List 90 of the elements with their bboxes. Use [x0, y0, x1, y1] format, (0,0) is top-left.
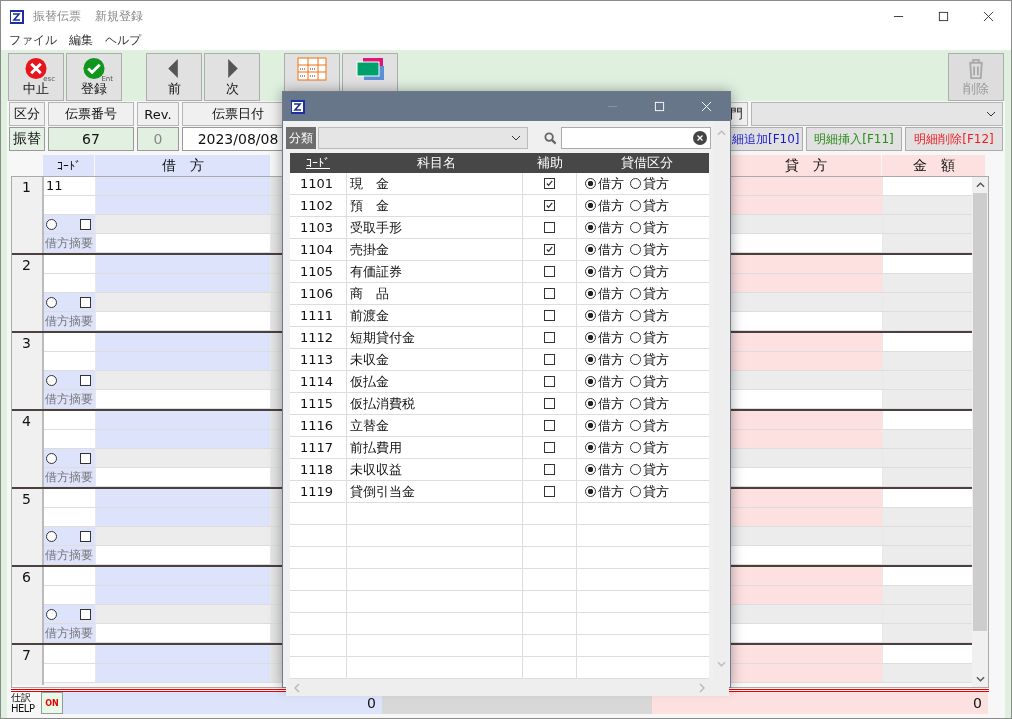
radio-label: 貸方 [643, 482, 669, 501]
radio-label: 借方 [598, 196, 624, 215]
row-number: 1 [12, 177, 44, 253]
table-cell: 1117 [290, 437, 347, 458]
radio-label: 貸方 [643, 394, 669, 413]
radio-label: 借方 [598, 328, 624, 347]
memo-label: 借方摘要 [44, 546, 96, 565]
column-header: ｺｰﾄﾞ [43, 155, 94, 176]
row-number: 7 [12, 645, 44, 685]
table-cell: 1103 [290, 217, 347, 238]
row-number: 5 [12, 489, 44, 565]
table-cell: 前払費用 [347, 437, 523, 458]
table-cell: 1112 [290, 327, 347, 348]
radio-label: 借方 [598, 174, 624, 193]
table-cell: 1102 [290, 195, 347, 216]
table-cell: 貸倒引当金 [347, 481, 523, 502]
table-cell: 未収収益 [347, 459, 523, 480]
table-cell: 立替金 [347, 415, 523, 436]
column-header: 貸借区分 [620, 154, 674, 172]
memo-label: 借方摘要 [44, 624, 96, 643]
credit-total: 0 [652, 692, 988, 714]
radio-label: 貸方 [643, 438, 669, 457]
table-cell: 1106 [290, 283, 347, 304]
field-label: 伝票番号 [48, 102, 134, 126]
memo-label: 借方摘要 [44, 468, 96, 487]
radio-label: 貸方 [643, 460, 669, 479]
table-cell: 1115 [290, 393, 347, 414]
radio-label: 貸方 [643, 218, 669, 237]
table-cell: 1111 [290, 305, 347, 326]
table-cell: 1105 [290, 261, 347, 282]
table-cell: 前渡金 [347, 305, 523, 326]
table-cell: 1119 [290, 481, 347, 502]
table-cell: 1101 [290, 173, 347, 194]
radio-label: 貸方 [643, 284, 669, 303]
radio-label: 貸方 [643, 196, 669, 215]
table-cell: 1104 [290, 239, 347, 260]
memo-label: 借方摘要 [44, 312, 96, 331]
window-subtitle: 新規登録 [95, 8, 143, 25]
radio-label: 借方 [598, 438, 624, 457]
field-label: Rev. [137, 102, 179, 126]
radio-label: 貸方 [643, 350, 669, 369]
table-cell: 受取手形 [347, 217, 523, 238]
radio-label: 貸方 [643, 306, 669, 325]
radio-label: 貸方 [643, 174, 669, 193]
table-cell: 売掛金 [347, 239, 523, 260]
radio-label: 借方 [598, 240, 624, 259]
table-cell: 1116 [290, 415, 347, 436]
radio-label: 借方 [598, 350, 624, 369]
table-cell: 商 品 [347, 283, 523, 304]
column-header: ｺｰﾄﾞ [290, 153, 347, 173]
column-header: 補助 [523, 153, 577, 173]
column-header: 科目名 [347, 153, 523, 173]
memo-label: 借方摘要 [44, 234, 96, 253]
radio-label: 借方 [598, 482, 624, 501]
row-number: 6 [12, 567, 44, 643]
table-cell: 仮払金 [347, 371, 523, 392]
radio-label: 貸方 [643, 262, 669, 281]
table-cell: 未収金 [347, 349, 523, 370]
radio-label: 借方 [598, 306, 624, 325]
memo-label: 借方摘要 [44, 390, 96, 409]
row-number: 2 [12, 255, 44, 331]
radio-label: 貸方 [643, 328, 669, 347]
radio-label: 借方 [598, 262, 624, 281]
radio-label: 貸方 [643, 240, 669, 259]
column-header: 借 方 [95, 155, 270, 176]
table-cell: 仮払消費税 [347, 393, 523, 414]
table-cell: 現 金 [347, 173, 523, 194]
radio-label: 借方 [598, 218, 624, 237]
window-title: 振替伝票 [33, 8, 81, 25]
row-number: 4 [12, 411, 44, 487]
table-cell: 1114 [290, 371, 347, 392]
column-header: 金 額 [882, 155, 985, 176]
table-cell: 1113 [290, 349, 347, 370]
filter-label: 分類 [286, 127, 316, 149]
radio-label: 借方 [598, 284, 624, 303]
debit-total: 0 [63, 692, 382, 714]
radio-label: 貸方 [643, 416, 669, 435]
table-cell: 1118 [290, 459, 347, 480]
radio-label: 借方 [598, 416, 624, 435]
field-label: 区分 [9, 102, 45, 126]
radio-label: 借方 [598, 460, 624, 479]
radio-label: 借方 [598, 394, 624, 413]
column-header: 貸 方 [730, 155, 881, 176]
help-label: 仕訳 HELP [11, 692, 36, 714]
radio-label: 借方 [598, 372, 624, 391]
table-cell: 預 金 [347, 195, 523, 216]
table-cell: 有価証券 [347, 261, 523, 282]
row-number: 3 [12, 333, 44, 409]
table-cell: 短期貸付金 [347, 327, 523, 348]
radio-label: 貸方 [643, 372, 669, 391]
